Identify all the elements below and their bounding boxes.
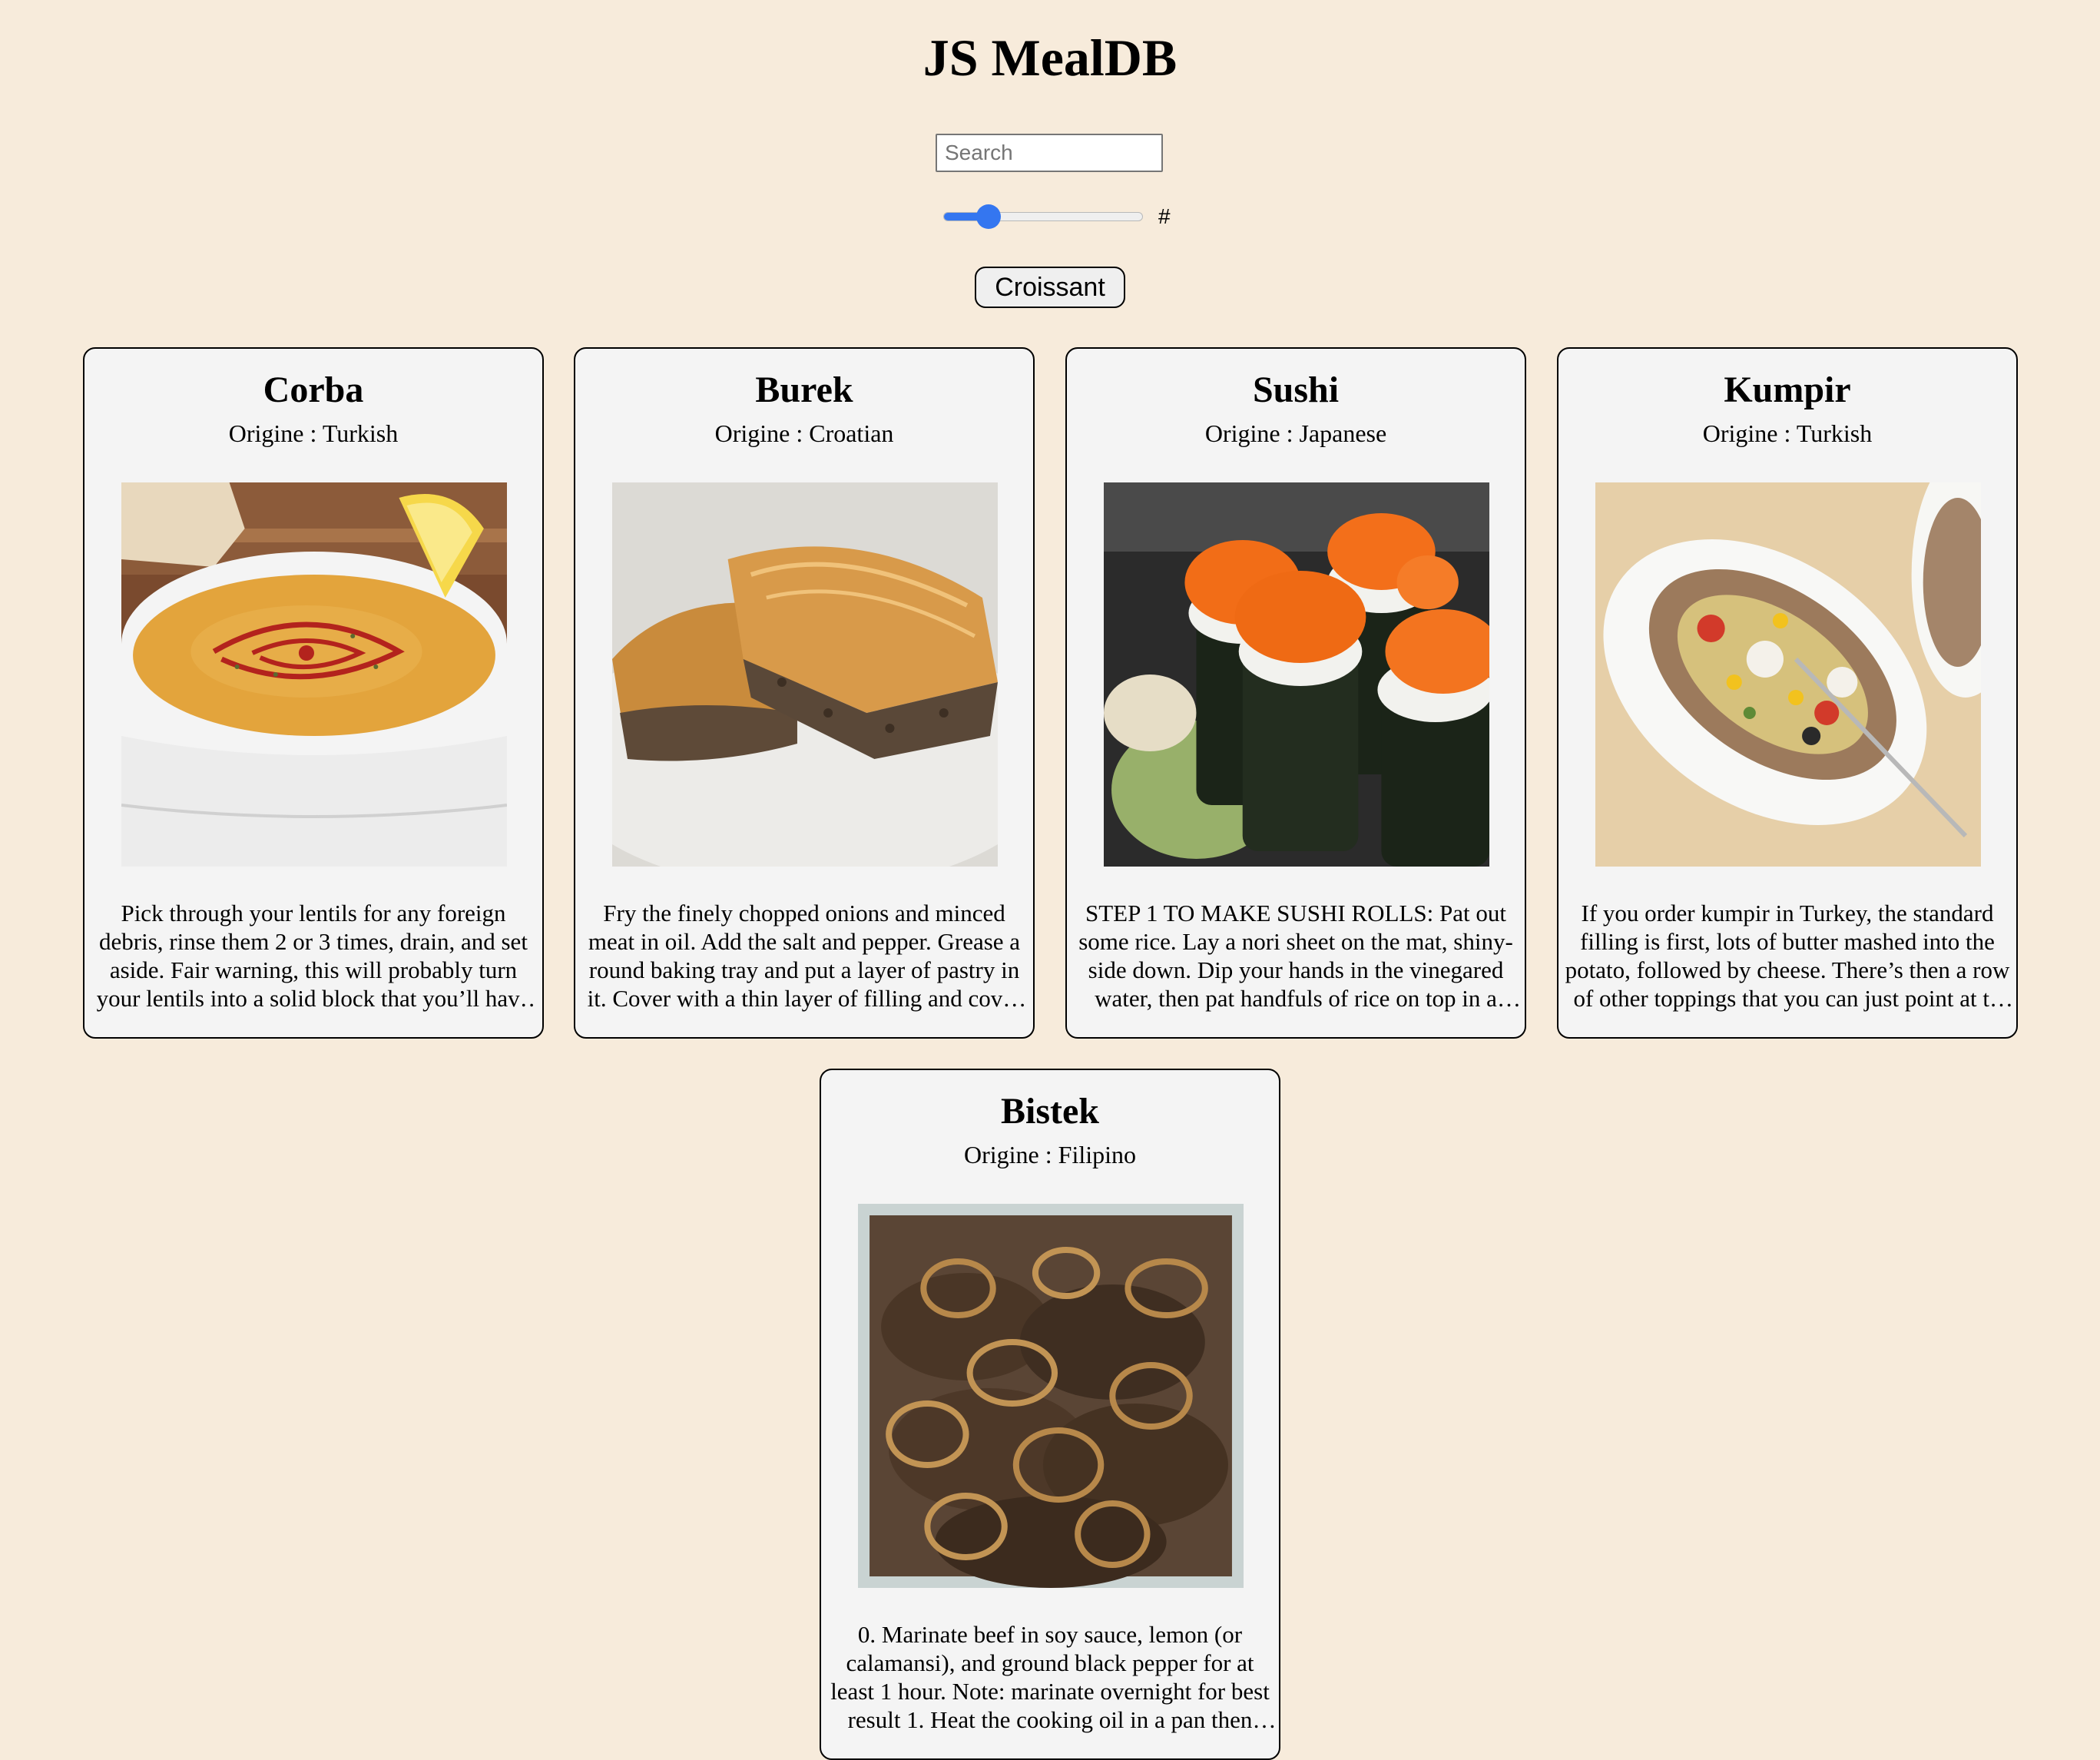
meal-description: 0. Marinate beef in soy sauce, lemon (or… bbox=[830, 1621, 1270, 1733]
page-title: JS MealDB bbox=[922, 28, 1178, 87]
beef-onion-photo bbox=[858, 1204, 1244, 1588]
sushi-rolls-photo bbox=[1104, 482, 1489, 867]
slider-thumb[interactable] bbox=[976, 204, 1001, 229]
burek-pastry-photo bbox=[612, 482, 998, 867]
croissant-button[interactable]: Croissant bbox=[975, 267, 1125, 308]
meal-description: STEP 1 TO MAKE SUSHI ROLLS: Pat out some… bbox=[1078, 900, 1513, 1012]
meal-description: If you order kumpir in Turkey, the stand… bbox=[1565, 900, 2010, 1012]
meal-description: Pick through your lentils for any foreig… bbox=[96, 900, 531, 1012]
meal-name: Sushi bbox=[1252, 370, 1340, 410]
meal-origin: Origine : Turkish bbox=[1702, 419, 1873, 447]
meal-origin: Origine : Turkish bbox=[228, 419, 399, 447]
meal-description: Fry the finely chopped onions and minced… bbox=[587, 900, 1022, 1012]
meal-name: Kumpir bbox=[1724, 370, 1851, 410]
meal-card-sushi[interactable]: Sushi Origine : Japanese STEP 1 TO MAKE … bbox=[1065, 347, 1526, 1039]
search-input[interactable] bbox=[936, 134, 1163, 172]
meal-name: Burek bbox=[755, 370, 853, 410]
meal-card-corba[interactable]: Corba Origine : Turkish Pick through you bbox=[83, 347, 544, 1039]
lentil-soup-photo bbox=[121, 482, 507, 867]
baked-potato-photo bbox=[1595, 482, 1981, 867]
meal-origin: Origine : Croatian bbox=[714, 419, 894, 447]
meal-card-kumpir[interactable]: Kumpir Origine : Turkish If you order ku… bbox=[1557, 347, 2018, 1039]
meal-origin: Origine : Filipino bbox=[964, 1141, 1136, 1168]
slider-value-label: # bbox=[1158, 204, 1171, 228]
meal-card-burek[interactable]: Burek Origine : Croatian Fry the finely … bbox=[574, 347, 1035, 1039]
meal-name: Bistek bbox=[1000, 1091, 1099, 1132]
slider-row: # bbox=[943, 201, 1174, 232]
meal-card-bistek[interactable]: Bistek Origine : Filipino 0. Marinate be… bbox=[820, 1069, 1280, 1760]
range-slider[interactable] bbox=[943, 212, 1143, 221]
meal-name: Corba bbox=[263, 370, 364, 410]
meal-origin: Origine : Japanese bbox=[1204, 419, 1387, 447]
